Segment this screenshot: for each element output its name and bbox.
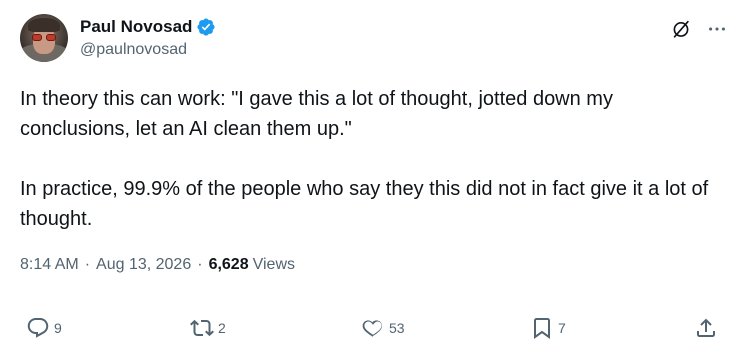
like-icon [362, 320, 382, 337]
tweet-time[interactable]: 8:14 AM [20, 256, 79, 274]
share-button[interactable] [694, 316, 718, 340]
separator: · [84, 256, 91, 273]
separator: · [197, 256, 203, 273]
more-icon[interactable] [706, 18, 728, 40]
views-count[interactable]: 6,628 [209, 256, 249, 274]
tweet-date[interactable]: Aug 13, 2026 [96, 256, 191, 274]
top-actions [670, 18, 728, 40]
tweet-header: Paul Novosad @paulnovosad [20, 14, 216, 62]
reply-button[interactable]: 9 [26, 316, 62, 340]
repost-count: 2 [218, 320, 226, 336]
repost-button[interactable]: 2 [190, 316, 226, 340]
avatar[interactable] [20, 14, 68, 62]
tweet-paragraph: In practice, 99.9% of the people who say… [20, 178, 709, 230]
bookmark-button[interactable]: 7 [530, 316, 566, 340]
repost-icon [190, 319, 214, 337]
reply-count: 9 [54, 320, 62, 336]
verified-badge-icon[interactable] [196, 17, 216, 37]
author-display-name[interactable]: Paul Novosad [80, 17, 192, 37]
tweet-meta: 8:14 AM · Aug 13, 2026 · 6,628 Views [20, 256, 295, 274]
author-block: Paul Novosad @paulnovosad [80, 16, 216, 59]
like-button[interactable]: 53 [361, 316, 405, 340]
tweet-card: Paul Novosad @paulnovosad In theory this… [0, 0, 748, 353]
bookmark-count: 7 [558, 320, 566, 336]
tweet-paragraph: In theory this can work: "I gave this a … [20, 88, 613, 140]
reply-icon [27, 318, 49, 338]
action-bar: 9 2 53 7 [0, 314, 748, 342]
like-count: 53 [389, 320, 405, 336]
author-handle[interactable]: @paulnovosad [80, 41, 216, 59]
grok-icon[interactable] [670, 18, 692, 40]
bookmark-icon [534, 318, 550, 339]
share-icon [697, 318, 715, 337]
views-label[interactable]: Views [253, 256, 295, 274]
tweet-text: In theory this can work: "I gave this a … [20, 84, 720, 234]
